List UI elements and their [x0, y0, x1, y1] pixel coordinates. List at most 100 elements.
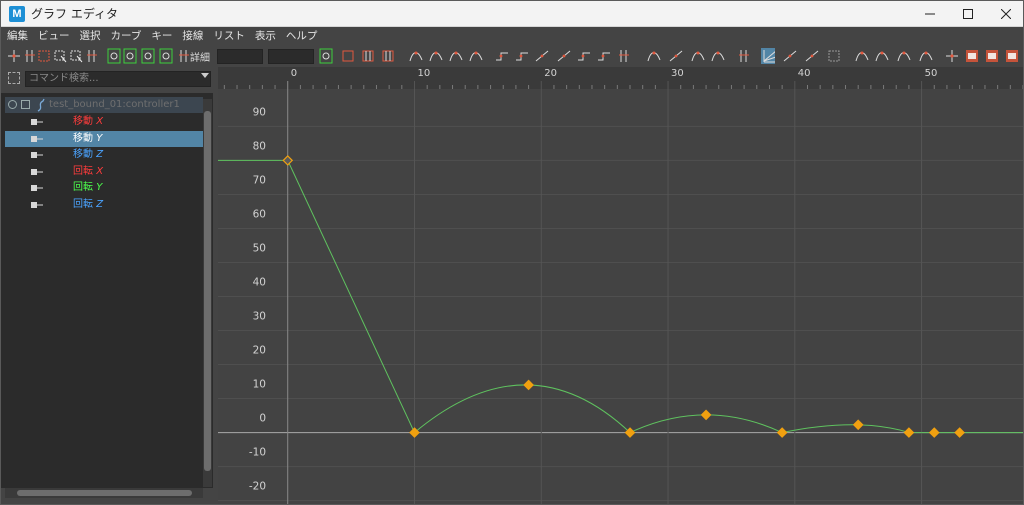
x-tick-label: 10	[417, 68, 430, 79]
buffer-curve-icon[interactable]	[123, 48, 137, 64]
graph-background[interactable]	[218, 67, 1023, 504]
absolute-view-icon[interactable]	[805, 48, 819, 64]
toggle-icon[interactable]	[177, 48, 191, 64]
menu-item-5[interactable]: 接線	[182, 28, 203, 44]
attribute-name: 移動	[73, 149, 93, 160]
maximize-button[interactable]	[949, 1, 987, 27]
denormalize-icon[interactable]	[159, 48, 173, 64]
menu-item-6[interactable]: リスト	[213, 28, 245, 44]
frame-selection-icon[interactable]	[361, 48, 375, 64]
tangent-clamped-icon[interactable]	[449, 48, 463, 64]
vertical-scroll-thumb[interactable]	[204, 111, 211, 471]
attribute-key-icon	[31, 152, 43, 158]
command-search-input[interactable]: コマンド検索...	[25, 71, 211, 87]
insert-key-icon[interactable]	[23, 48, 37, 64]
normalize-icon[interactable]	[141, 48, 155, 64]
keyed-tangent-icon[interactable]	[711, 48, 725, 64]
x-tick-label: 50	[925, 68, 938, 79]
stacked-curves-icon[interactable]	[761, 48, 775, 64]
outliner-vertical-scrollbar[interactable]	[203, 99, 212, 487]
cycle-offset-icon[interactable]	[875, 48, 889, 64]
tangent-linear-icon[interactable]	[469, 48, 483, 64]
region-scale-icon[interactable]	[69, 48, 83, 64]
linear-infinity-icon[interactable]	[919, 48, 933, 64]
oscillate-icon[interactable]	[897, 48, 911, 64]
free-tangent-icon[interactable]	[597, 48, 611, 64]
outliner-attribute-row[interactable]: 回転 Y	[5, 180, 203, 196]
graph-view[interactable]: 90 80 70 60 50 40 30 20 10 0 -10 -20 0 10 20 30 40 50	[218, 67, 1023, 504]
menu-item-8[interactable]: ヘルプ	[286, 28, 318, 44]
expand-icon[interactable]	[21, 100, 30, 109]
free-weight-icon[interactable]	[691, 48, 705, 64]
outliner-attribute-row[interactable]: 移動 Y	[5, 130, 203, 147]
minimize-button[interactable]	[911, 1, 949, 27]
attribute-axis: Z	[96, 198, 104, 210]
outliner-attribute-row[interactable]: 回転 Z	[5, 197, 203, 213]
graph-canvas[interactable]: 90 80 70 60 50 40 30 20 10 0 -10 -20 0 10 20 30 40 50	[218, 67, 1023, 504]
unify-tangent-icon[interactable]	[577, 48, 591, 64]
y-tick-label: 60	[253, 208, 266, 220]
auto-key-icon[interactable]	[107, 48, 121, 64]
lock-weight-icon[interactable]	[669, 48, 683, 64]
buffer-swap-icon[interactable]	[737, 48, 751, 64]
menu-item-7[interactable]: 表示	[255, 28, 276, 44]
dope-sheet-icon[interactable]	[965, 48, 979, 64]
search-dropdown-arrow-icon[interactable]	[201, 73, 209, 78]
tangent-step-icon[interactable]	[515, 48, 529, 64]
outliner-node-row[interactable]: test_bound_01:controller1	[5, 97, 203, 113]
region-icon[interactable]	[53, 48, 67, 64]
frame-value-field[interactable]	[217, 49, 263, 64]
filter-icon[interactable]	[8, 72, 20, 84]
outliner-attribute-row[interactable]: 移動 X	[5, 114, 203, 130]
x-tick-label: 20	[544, 68, 557, 79]
break-tangent-icon[interactable]	[557, 48, 571, 64]
attribute-name: 移動	[73, 132, 93, 144]
menu-item-1[interactable]: ビュー	[38, 28, 70, 44]
close-icon	[1001, 9, 1011, 19]
key-value-field[interactable]	[268, 49, 314, 64]
detail-label: 詳細	[190, 53, 210, 64]
tangent-flat-icon[interactable]	[495, 48, 509, 64]
title-bar[interactable]: M グラフ エディタ	[1, 1, 1023, 27]
tangent-plateau-icon[interactable]	[535, 48, 549, 64]
minimize-icon	[925, 13, 935, 15]
menu-item-4[interactable]: キー	[151, 28, 172, 44]
menu-item-0[interactable]: 編集	[7, 28, 28, 44]
attribute-label: 回転 Z	[73, 197, 103, 213]
attribute-name: 回転	[73, 198, 93, 210]
pre-infinity-icon[interactable]	[827, 48, 841, 64]
horizontal-scroll-thumb[interactable]	[17, 490, 192, 496]
cycle-icon[interactable]	[855, 48, 869, 64]
attribute-name: 回転	[73, 182, 93, 193]
collapse-icon[interactable]	[8, 100, 17, 109]
frame-all-icon[interactable]	[341, 48, 355, 64]
outliner-attribute-row[interactable]: 回転 X	[5, 164, 203, 180]
normalize-curve-icon[interactable]	[783, 48, 797, 64]
attribute-axis: X	[96, 116, 104, 127]
camera-icon[interactable]	[1005, 48, 1019, 64]
outliner-horizontal-scrollbar[interactable]	[5, 488, 203, 498]
outliner-attribute-row[interactable]: 移動 Z	[5, 147, 203, 163]
tangent-spline-icon[interactable]	[429, 48, 443, 64]
attribute-axis: Z	[96, 149, 104, 160]
lattice-icon[interactable]	[37, 48, 51, 64]
trax-editor-icon[interactable]	[985, 48, 999, 64]
y-tick-label: 10	[253, 379, 266, 391]
value-switch-icon[interactable]	[319, 48, 333, 64]
maya-app-icon: M	[9, 6, 25, 22]
weighted-tangent-icon[interactable]	[647, 48, 661, 64]
attribute-key-icon	[31, 201, 43, 208]
menu-item-2[interactable]: 選択	[80, 28, 101, 44]
move-nearest-key-icon[interactable]	[7, 48, 21, 64]
x-tick-label: 30	[671, 68, 684, 79]
move-view-icon[interactable]	[945, 48, 959, 64]
attribute-label: 移動 X	[73, 114, 103, 130]
frame-playback-icon[interactable]	[381, 48, 395, 64]
menu-item-3[interactable]: カーブ	[111, 28, 142, 44]
frame-icon[interactable]	[85, 48, 99, 64]
lock-tangent-icon[interactable]	[617, 48, 631, 64]
tangent-auto-icon[interactable]	[409, 48, 423, 64]
y-tick-label: 20	[253, 345, 266, 357]
close-button[interactable]	[987, 1, 1023, 27]
graph-toolbar: 詳細	[1, 45, 1023, 67]
